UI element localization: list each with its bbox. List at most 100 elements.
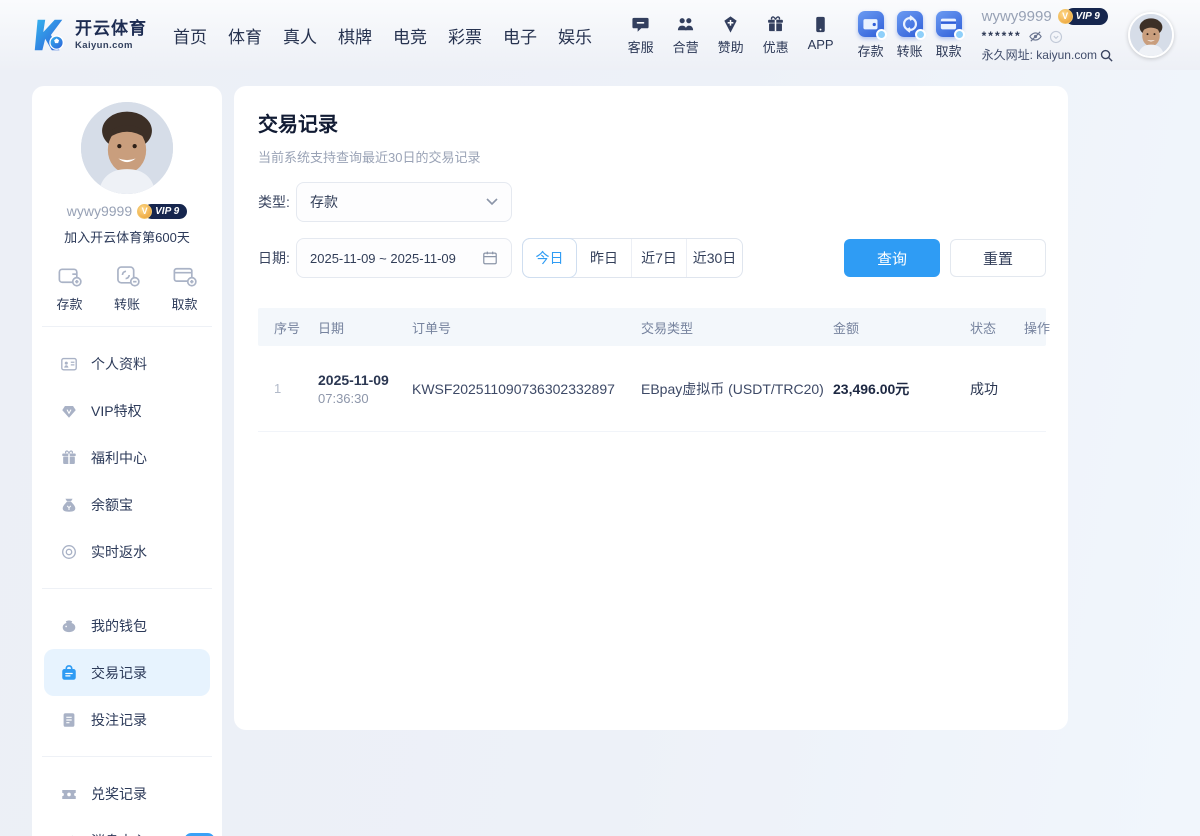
transfer-outline-icon bbox=[116, 266, 140, 287]
sidebar-item-redeem[interactable]: 兑奖记录 bbox=[32, 770, 222, 817]
page-subtitle: 当前系统支持查询最近30日的交易记录 bbox=[258, 150, 481, 165]
gift-icon bbox=[768, 15, 783, 31]
date-label: 日期: bbox=[258, 250, 290, 266]
sidebar-deposit-action[interactable]: 存款 bbox=[56, 262, 83, 313]
brand-name-en: Kaiyun.com bbox=[75, 39, 133, 51]
join-days-text: 加入开云体育第600天 bbox=[64, 230, 190, 245]
magnifier-icon[interactable] bbox=[1099, 48, 1114, 63]
refresh-circle-icon[interactable] bbox=[1049, 30, 1063, 44]
id-card-icon bbox=[61, 357, 77, 371]
vip-gem-icon: V bbox=[1057, 8, 1073, 24]
brand-name-cn: 开云体育 bbox=[75, 18, 147, 38]
brand-logo[interactable]: 开云体育 Kaiyun.com bbox=[30, 16, 147, 54]
gem-icon bbox=[62, 405, 76, 418]
user-info: wywy9999 V VIP 9 ****** 永久网址: kaiyun.com bbox=[982, 7, 1114, 64]
kaiyun-logo-icon bbox=[34, 19, 64, 51]
type-select[interactable]: 存款 bbox=[296, 182, 512, 222]
vip-gem-icon: V bbox=[137, 203, 153, 219]
service-link[interactable]: 客服 bbox=[626, 15, 656, 56]
sidebar-transfer-action[interactable]: 转账 bbox=[114, 262, 141, 313]
promo-link[interactable]: 优惠 bbox=[761, 15, 791, 56]
user-avatar[interactable] bbox=[1128, 12, 1174, 58]
eye-off-icon[interactable] bbox=[1028, 29, 1043, 44]
sidebar-item-profile[interactable]: 个人资料 bbox=[32, 340, 222, 387]
transfer-icon bbox=[896, 10, 926, 40]
sidebar-withdraw-action[interactable]: 取款 bbox=[171, 262, 198, 313]
site-url: 永久网址: kaiyun.com bbox=[981, 47, 1097, 62]
ticket-icon bbox=[62, 789, 76, 799]
sidebar-item-vip[interactable]: VIP特权 bbox=[32, 387, 222, 434]
range-today[interactable]: 今日 bbox=[522, 238, 577, 278]
vip-badge[interactable]: V VIP 9 bbox=[1057, 7, 1108, 25]
sidebar-avatar[interactable] bbox=[81, 102, 173, 194]
target-circle-icon bbox=[62, 544, 76, 559]
sponsor-icon bbox=[724, 15, 737, 33]
range-7days[interactable]: 近7日 bbox=[632, 239, 687, 277]
transfer-link[interactable]: 转账 bbox=[896, 10, 926, 60]
nav-esports[interactable]: 电竞 bbox=[393, 23, 427, 48]
cell-order-no: KWSF202511090736302332897 bbox=[412, 380, 615, 397]
nav-live[interactable]: 真人 bbox=[283, 23, 317, 48]
sidebar-item-wallet[interactable]: 我的钱包 bbox=[32, 602, 222, 649]
nav-home[interactable]: 首页 bbox=[173, 23, 207, 48]
sidebar-username: wywy9999 bbox=[66, 203, 133, 219]
nav-slots[interactable]: 电子 bbox=[503, 23, 537, 48]
page-title: 交易记录 bbox=[258, 114, 338, 136]
nav-chess[interactable]: 棋牌 bbox=[338, 23, 372, 48]
nav-sports[interactable]: 体育 bbox=[228, 23, 262, 48]
table-row: 1 2025-11-09 07:36:30 KWSF20251109073630… bbox=[258, 346, 1046, 432]
topbar: 开云体育 Kaiyun.com 首页 体育 真人 棋牌 电竞 彩票 电子 娱乐 … bbox=[0, 0, 1200, 70]
deposit-link[interactable]: 存款 bbox=[857, 10, 887, 60]
wallet-outline-icon bbox=[58, 268, 82, 287]
transaction-record-icon bbox=[62, 664, 76, 680]
megaphone-icon bbox=[70, 835, 73, 836]
range-yesterday[interactable]: 昨日 bbox=[577, 239, 632, 277]
withdraw-icon bbox=[935, 10, 965, 40]
cell-status: 成功 bbox=[970, 380, 998, 397]
nav-entertainment[interactable]: 娱乐 bbox=[558, 23, 592, 48]
date-range-input[interactable]: 2025-11-09 ~ 2025-11-09 bbox=[296, 238, 512, 278]
table-header: 序号 日期 订单号 交易类型 金额 状态 操作 bbox=[258, 308, 1050, 346]
type-label: 类型: bbox=[258, 194, 290, 210]
sidebar-item-rebate[interactable]: 实时返水 bbox=[32, 528, 222, 575]
deposit-icon bbox=[857, 10, 887, 40]
cell-type: EBpay虚拟币 (USDT/TRC20) bbox=[641, 380, 824, 397]
calendar-icon bbox=[483, 251, 497, 265]
main-nav: 首页 体育 真人 棋牌 电竞 彩票 电子 娱乐 bbox=[173, 23, 592, 48]
cell-amount: 23,496.00元 bbox=[833, 380, 910, 397]
nav-lottery[interactable]: 彩票 bbox=[448, 23, 482, 48]
divider bbox=[42, 326, 212, 327]
sidebar-item-bets[interactable]: 投注记录 bbox=[32, 696, 222, 743]
divider bbox=[42, 588, 212, 589]
money-bag-icon bbox=[62, 498, 76, 512]
transactions-table: 序号 日期 订单号 交易类型 金额 状态 操作 1 2025-11-09 07:… bbox=[258, 308, 1050, 432]
partners-icon bbox=[677, 17, 694, 30]
date-range-presets: 今日 昨日 近7日 近30日 bbox=[522, 238, 743, 278]
username: wywy9999 bbox=[981, 7, 1052, 25]
card-outline-icon bbox=[173, 267, 197, 287]
masked-balance: ****** bbox=[981, 29, 1022, 44]
cell-date: 2025-11-09 07:36:30 bbox=[318, 371, 389, 406]
cell-index: 1 bbox=[274, 381, 282, 396]
sidebar: wywy9999 V VIP 9 加入开云体育第600天 存款 转账 取款 个人… bbox=[32, 86, 222, 836]
reset-button[interactable]: 重置 bbox=[950, 239, 1046, 277]
transactions-panel: 交易记录 当前系统支持查询最近30日的交易记录 类型: 存款 日期: 2025-… bbox=[234, 86, 1068, 730]
divider bbox=[42, 756, 212, 757]
app-link[interactable]: APP bbox=[806, 15, 836, 56]
range-30days[interactable]: 近30日 bbox=[687, 239, 742, 277]
sidebar-item-messages[interactable]: 消息中心 99+ bbox=[32, 817, 222, 836]
sponsor-link[interactable]: 赞助 bbox=[716, 15, 746, 56]
bet-record-icon bbox=[63, 712, 75, 727]
partners-link[interactable]: 合营 bbox=[671, 15, 701, 56]
sidebar-item-welfare[interactable]: 福利中心 bbox=[32, 434, 222, 481]
withdraw-link[interactable]: 取款 bbox=[935, 10, 965, 60]
piggy-bank-icon bbox=[62, 620, 76, 632]
chat-icon bbox=[632, 17, 649, 32]
chevron-down-icon bbox=[486, 198, 498, 206]
sidebar-item-yuebao[interactable]: 余额宝 bbox=[32, 481, 222, 528]
sidebar-vip-badge[interactable]: V VIP 9 bbox=[137, 203, 188, 219]
query-button[interactable]: 查询 bbox=[844, 239, 940, 277]
gift-icon bbox=[62, 450, 76, 464]
sidebar-item-transactions[interactable]: 交易记录 bbox=[44, 649, 210, 696]
phone-icon bbox=[816, 16, 825, 32]
